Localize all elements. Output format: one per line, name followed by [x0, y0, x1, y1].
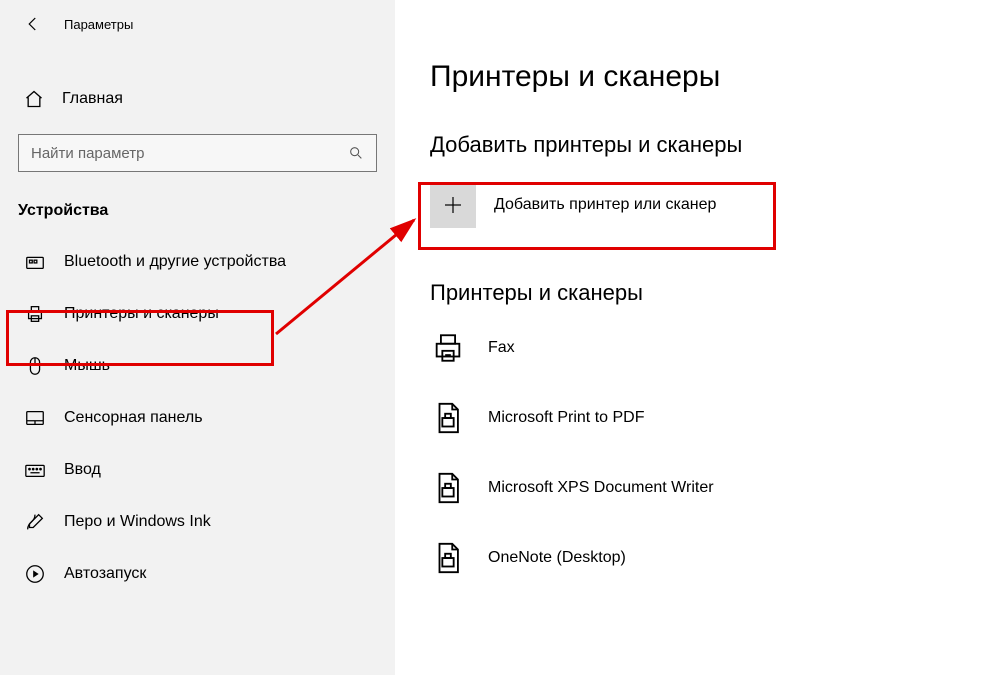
keyboard-icon	[24, 459, 46, 481]
back-icon[interactable]	[24, 15, 42, 33]
printer-item-pdf[interactable]: Microsoft Print to PDF	[430, 398, 1001, 438]
printer-icon	[24, 303, 46, 325]
touchpad-icon	[24, 407, 46, 429]
document-printer-icon	[430, 540, 466, 576]
sidebar-item-label: Перо и Windows Ink	[64, 513, 211, 531]
sidebar-item-label: Принтеры и сканеры	[64, 305, 219, 323]
fax-icon	[430, 330, 466, 366]
window-title: Параметры	[64, 17, 133, 32]
list-section-title: Принтеры и сканеры	[430, 280, 1001, 306]
sidebar-item-label: Сенсорная панель	[64, 409, 203, 427]
page-title: Принтеры и сканеры	[430, 60, 1001, 94]
search-placeholder: Найти параметр	[31, 145, 145, 162]
document-printer-icon	[430, 470, 466, 506]
sidebar: Параметры Главная Найти параметр Устройс…	[0, 0, 395, 675]
add-printer-button[interactable]: Добавить принтер или сканер	[430, 180, 1001, 230]
home-icon	[24, 89, 44, 109]
plus-icon	[430, 182, 476, 228]
sidebar-item-pen[interactable]: Перо и Windows Ink	[0, 496, 395, 548]
document-printer-icon	[430, 400, 466, 436]
printer-item-onenote[interactable]: OneNote (Desktop)	[430, 538, 1001, 578]
add-section-title: Добавить принтеры и сканеры	[430, 132, 1001, 158]
printer-item-xps[interactable]: Microsoft XPS Document Writer	[430, 468, 1001, 508]
pen-icon	[24, 511, 46, 533]
mouse-icon	[24, 355, 46, 377]
sidebar-home-label: Главная	[62, 90, 123, 108]
printer-label: OneNote (Desktop)	[488, 549, 626, 567]
sidebar-item-printers[interactable]: Принтеры и сканеры	[0, 288, 395, 340]
search-icon	[348, 145, 364, 161]
sidebar-item-bluetooth[interactable]: Bluetooth и другие устройства	[0, 236, 395, 288]
sidebar-item-touchpad[interactable]: Сенсорная панель	[0, 392, 395, 444]
bluetooth-devices-icon	[24, 251, 46, 273]
printer-label: Microsoft Print to PDF	[488, 409, 644, 427]
sidebar-item-label: Автозапуск	[64, 565, 146, 583]
sidebar-item-typing[interactable]: Ввод	[0, 444, 395, 496]
printer-label: Microsoft XPS Document Writer	[488, 479, 714, 497]
sidebar-item-mouse[interactable]: Мышь	[0, 340, 395, 392]
autoplay-icon	[24, 563, 46, 585]
main-content: Принтеры и сканеры Добавить принтеры и с…	[395, 0, 1001, 675]
printer-item-fax[interactable]: Fax	[430, 328, 1001, 368]
sidebar-item-label: Bluetooth и другие устройства	[64, 253, 286, 271]
sidebar-item-autoplay[interactable]: Автозапуск	[0, 548, 395, 600]
sidebar-item-label: Ввод	[64, 461, 101, 479]
printer-label: Fax	[488, 339, 515, 357]
search-input[interactable]: Найти параметр	[18, 134, 377, 172]
add-printer-label: Добавить принтер или сканер	[494, 196, 716, 214]
sidebar-category: Устройства	[18, 202, 395, 220]
sidebar-home[interactable]: Главная	[0, 84, 395, 114]
sidebar-item-label: Мышь	[64, 357, 110, 375]
